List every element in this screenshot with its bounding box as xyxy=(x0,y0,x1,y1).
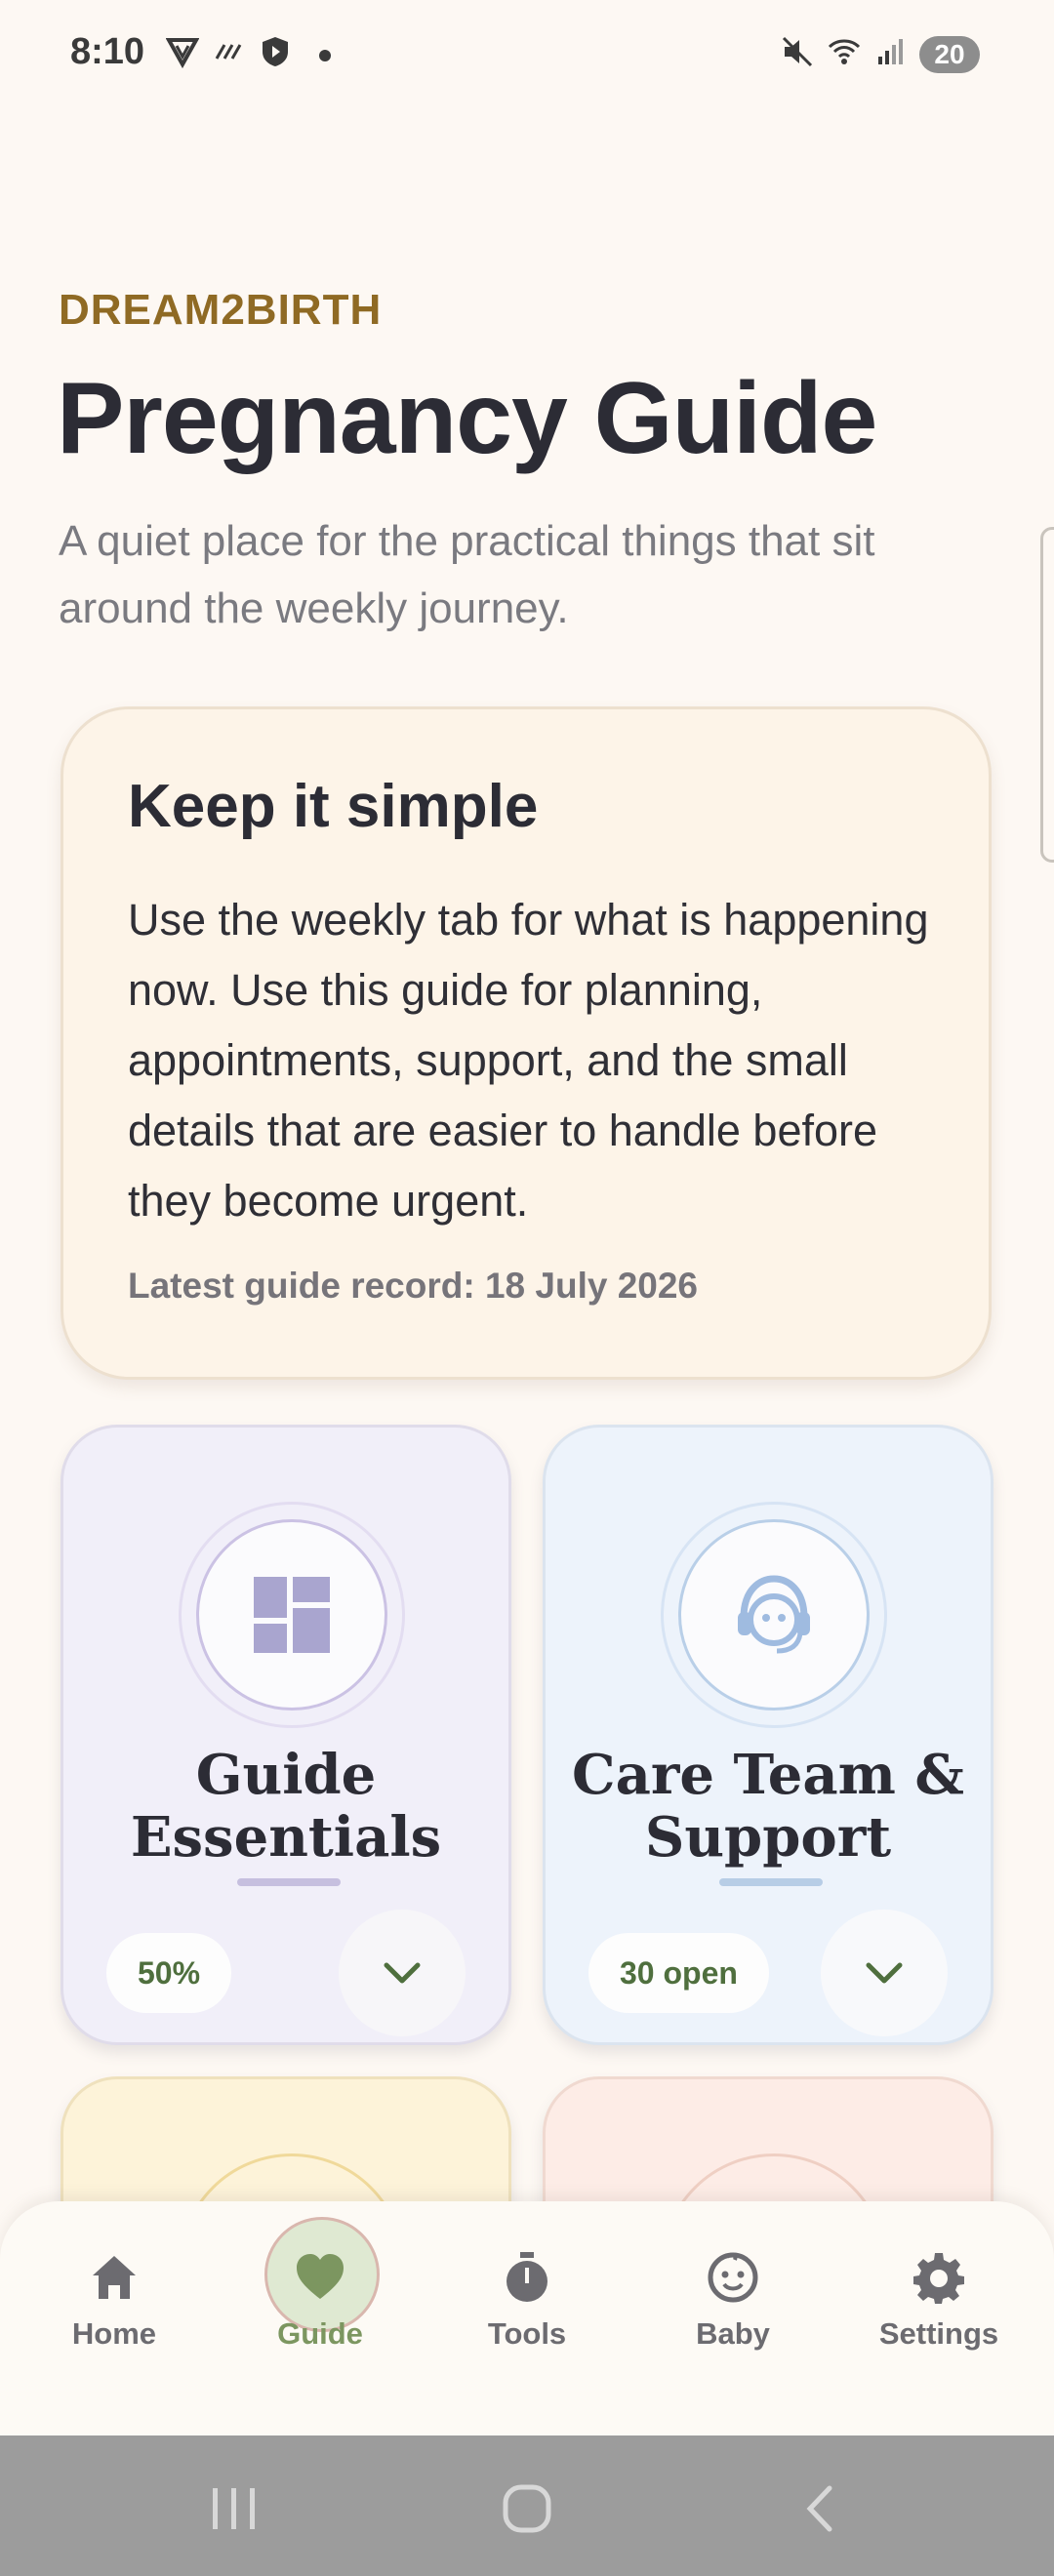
vpn-icon xyxy=(166,38,199,68)
data-icon xyxy=(215,44,242,60)
guide-essentials-tile[interactable]: Guide Essentials 50% xyxy=(61,1425,511,2045)
care-team-support-tile[interactable]: Care Team & Support 30 open xyxy=(543,1425,993,2045)
back-icon[interactable] xyxy=(792,2484,851,2533)
brand-label: DREAM2BIRTH xyxy=(59,286,383,334)
intro-card-body: Use the weekly tab for what is happening… xyxy=(128,895,929,1226)
home-icon xyxy=(93,2256,136,2299)
intro-card-heading: Keep it simple xyxy=(128,773,539,840)
heart-icon xyxy=(297,2254,344,2299)
status-time: 8:10 xyxy=(70,31,145,72)
mute-icon xyxy=(782,36,813,67)
dot-icon xyxy=(319,50,331,61)
home-button-icon[interactable] xyxy=(498,2484,556,2533)
nav-baby[interactable]: Baby xyxy=(635,2201,831,2435)
tile-title: Care Team & Support xyxy=(572,1743,964,1870)
open-count-badge: 30 open xyxy=(588,1933,769,2013)
tile-icon-badge xyxy=(179,1502,405,1728)
chevron-down-icon xyxy=(384,1962,421,1984)
recent-apps-icon[interactable] xyxy=(205,2484,264,2533)
tile-icon-badge xyxy=(661,1502,887,1728)
nav-tools[interactable]: Tools xyxy=(429,2201,625,2435)
baby-face-icon xyxy=(708,2252,758,2303)
support-agent-icon xyxy=(738,1575,810,1654)
expand-button[interactable] xyxy=(821,1910,948,2036)
page-subtitle: A quiet place for the practical things t… xyxy=(59,517,875,632)
tile-title: Guide Essentials xyxy=(130,1743,442,1870)
chevron-down-icon xyxy=(866,1962,903,1984)
nav-tools-label: Tools xyxy=(487,2316,567,2351)
battery-indicator: 20 xyxy=(919,36,980,73)
nav-guide-label: Guide xyxy=(277,2316,363,2351)
nav-settings[interactable]: Settings xyxy=(841,2201,1036,2435)
status-bar: 8:10 20 xyxy=(0,0,1054,112)
nav-home-label: Home xyxy=(71,2316,157,2351)
gear-icon xyxy=(913,2253,964,2304)
progress-badge: 50% xyxy=(106,1933,232,2013)
signal-icon xyxy=(878,39,903,64)
latest-record-text: Latest guide record: 18 July 2026 xyxy=(128,1266,699,1306)
shield-icon xyxy=(263,37,288,66)
intro-card: Keep it simple Use the weekly tab for wh… xyxy=(61,706,992,1380)
bottom-navigation: Home Guide Tools Baby Settings xyxy=(0,2201,1054,2435)
page-title: Pregnancy Guide xyxy=(57,362,877,475)
dashboard-icon xyxy=(254,1577,330,1653)
nav-baby-label: Baby xyxy=(696,2316,770,2351)
expand-button[interactable] xyxy=(339,1910,466,2036)
timer-icon xyxy=(507,2252,547,2302)
nav-home[interactable]: Home xyxy=(17,2201,212,2435)
wifi-icon xyxy=(828,39,861,64)
nav-settings-label: Settings xyxy=(878,2316,999,2351)
system-navigation-bar xyxy=(0,2435,1054,2576)
nav-guide[interactable]: Guide xyxy=(223,2201,418,2435)
tile-underline xyxy=(237,1878,341,1886)
edge-panel-handle[interactable] xyxy=(1040,527,1054,863)
tile-underline xyxy=(719,1878,823,1886)
